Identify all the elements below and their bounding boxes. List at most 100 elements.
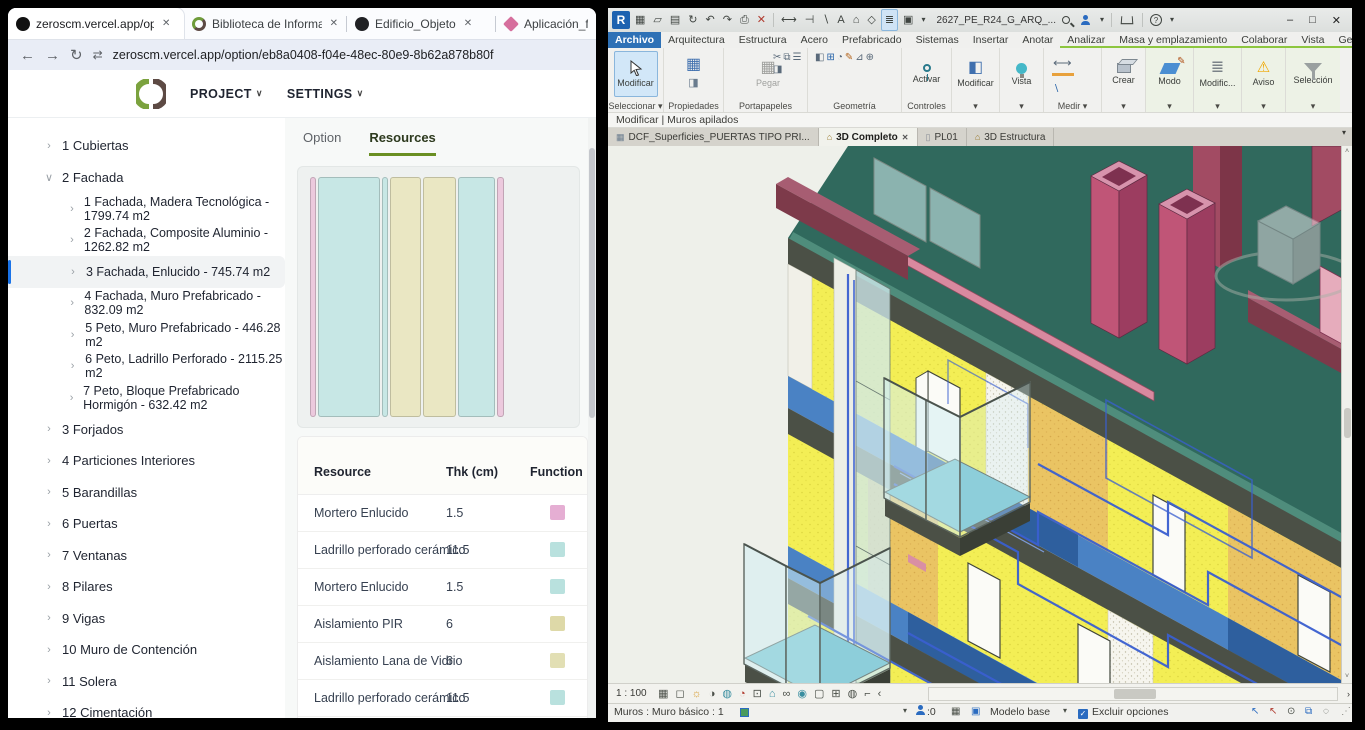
browser-scrollbar[interactable] [588, 118, 596, 718]
horizontal-scrollbar[interactable] [928, 687, 1338, 701]
selection-filter-button[interactable]: Selección [1291, 51, 1335, 97]
cope-icon[interactable]: ⊕ [865, 52, 875, 64]
section-icon[interactable]: ◇ [864, 10, 878, 30]
caret-down-icon[interactable]: ▾ [1167, 10, 1177, 30]
aligned-dimension-icon[interactable]: ⊣ [802, 10, 818, 30]
tab-anotar[interactable]: Anotar [1015, 32, 1060, 48]
sidebar-item-forjados[interactable]: ›3 Forjados [8, 414, 285, 446]
sidebar-item-particiones[interactable]: ›4 Particiones Interiores [8, 445, 285, 477]
table-row[interactable]: Mortero Enlucido 1.5 [298, 495, 587, 532]
close-icon[interactable]: ✕ [330, 18, 338, 29]
panel-label-medir[interactable]: Medir ▾ [1044, 100, 1101, 112]
view-tab-list-icon[interactable]: ▾ [1336, 128, 1352, 146]
sidebar-item-cimentacion[interactable]: ›12 Cimentación [8, 697, 285, 718]
thin-lines-icon[interactable]: ≣ [881, 9, 898, 31]
sidebar-subitem[interactable]: ›6 Peto, Ladrillo Perforado - 2115.25 m2 [8, 351, 285, 383]
table-row[interactable]: Ladrillo perforado cerámico 11.5 [298, 532, 587, 569]
close-doc-icon[interactable]: ✕ [754, 10, 769, 30]
cut-geometry-icon[interactable]: ◧ [814, 52, 825, 64]
save-icon[interactable]: ▤ [667, 10, 683, 30]
tab-insertar[interactable]: Insertar [966, 32, 1016, 48]
paste-special-icon[interactable]: ◨ [772, 64, 783, 76]
panel-caret[interactable]: ▾ [1000, 100, 1043, 112]
worksharing-display-icon[interactable]: ⊞ [828, 687, 844, 700]
sun-path-icon[interactable]: ☼ [688, 688, 705, 700]
activate-controls-button[interactable]: Activar [905, 51, 949, 97]
selection-box-icon[interactable]: ▢ [810, 687, 827, 700]
sidebar-item-muro-contencion[interactable]: ›10 Muro de Contención [8, 634, 285, 666]
revit-3d-view[interactable] [608, 146, 1352, 683]
table-row[interactable]: Aislamiento Lana de Vidrio 6 [298, 643, 587, 680]
sidebar-subitem[interactable]: ›7 Peto, Bloque Prefabricado Hormigón - … [8, 382, 285, 414]
panel-caret[interactable]: ▾ [1146, 100, 1193, 112]
caret-down-icon[interactable]: ▾ [1060, 706, 1070, 715]
default-3d-view-icon[interactable]: ⌂ [850, 10, 863, 30]
scroll-left-icon[interactable]: ‹ [874, 688, 885, 700]
scrollbar-thumb[interactable] [589, 148, 595, 418]
view-tab-pl01[interactable]: ▯ PL01 [918, 128, 967, 146]
store-cart-icon[interactable] [1121, 16, 1134, 24]
panel-label-controles[interactable]: Controles [902, 100, 951, 112]
shadows-icon[interactable]: ◑ [705, 688, 719, 700]
reload-button[interactable]: ↻ [70, 46, 83, 64]
close-icon[interactable]: ✕ [464, 18, 472, 29]
sync-icon[interactable]: ↻ [685, 10, 700, 30]
tab-option[interactable]: Option [303, 130, 341, 156]
nav-project[interactable]: PROJECT ∨ [190, 87, 263, 101]
cut-icon[interactable]: ✂ [772, 52, 782, 64]
maximize-button[interactable]: □ [1302, 14, 1323, 26]
match-type-icon[interactable]: ☰ [792, 52, 803, 64]
modify-wall-layers-button[interactable]: ≣ Modific... [1196, 51, 1240, 97]
vertical-scrollbar[interactable]: ˄ ˅ [1341, 146, 1352, 683]
crop-region-icon[interactable]: ⊡ [749, 687, 765, 700]
sidebar-subitem[interactable]: ›5 Peto, Muro Prefabricado - 446.28 m2 [8, 319, 285, 351]
tab-resources[interactable]: Resources [369, 130, 435, 156]
select-underlay-toggle-icon[interactable]: ↖ [1266, 706, 1280, 717]
panel-caret[interactable]: ▾ [952, 100, 999, 112]
sidebar-subitem[interactable]: ›1 Fachada, Madera Tecnológica - 1799.74… [8, 193, 285, 225]
panel-caret[interactable]: ▾ [1286, 100, 1340, 112]
tab-sistemas[interactable]: Sistemas [909, 32, 966, 48]
nav-settings[interactable]: SETTINGS ∨ [287, 87, 364, 101]
constraints-icon[interactable]: ⌐ [861, 688, 874, 700]
revit-logo[interactable]: R [612, 11, 630, 29]
panel-label-portapapeles[interactable]: Portapapeles [724, 100, 807, 112]
sidebar-subitem[interactable]: ›4 Fachada, Muro Prefabricado - 832.09 m… [8, 288, 285, 320]
open-icon[interactable]: ▱ [650, 10, 664, 30]
detail-line-icon[interactable]: ∖ [819, 10, 832, 30]
undo-icon[interactable]: ↶ [703, 10, 718, 30]
paint-icon[interactable]: ✎ [844, 52, 854, 64]
tab-estructura[interactable]: Estructura [732, 32, 794, 48]
worksets-icon[interactable]: ▦ [948, 706, 963, 717]
browser-tab-active[interactable]: zeroscm.vercel.app/option/eb8 ✕ [8, 8, 184, 39]
view-tab-3d-estructura[interactable]: ⌂ 3D Estructura [967, 128, 1055, 146]
scrollbar-thumb[interactable] [1114, 689, 1156, 699]
redo-icon[interactable]: ↷ [720, 10, 735, 30]
forward-button[interactable]: → [45, 47, 60, 64]
url-bar[interactable]: zeroscm.vercel.app/option/eb8a0408-f04e-… [113, 48, 494, 62]
reveal-hidden-icon[interactable]: ◉ [794, 687, 811, 700]
browser-tab[interactable]: Edificio_Objeto ✕ [347, 8, 495, 39]
editable-only-control[interactable]: :0 [916, 706, 936, 718]
back-button[interactable]: ← [20, 47, 35, 64]
table-row[interactable]: Mortero Enlucido 1.5 [298, 569, 587, 606]
sidebar-subitem-selected[interactable]: ›3 Fachada, Enlucido - 745.74 m2 [8, 256, 285, 288]
detail-level-icon[interactable]: ▦ [655, 687, 672, 700]
close-button[interactable]: ✕ [1325, 14, 1348, 27]
temporary-hide-icon[interactable]: ∞ [779, 688, 794, 700]
modify-button[interactable]: Modificar [614, 51, 658, 97]
create-button[interactable]: Crear [1102, 51, 1146, 97]
displaced-elements-icon[interactable]: ◍ [844, 687, 861, 700]
minimize-button[interactable]: – [1280, 14, 1300, 26]
scroll-down-icon[interactable]: ˅ [1342, 671, 1352, 683]
measure-icon[interactable]: ⟷ [1052, 55, 1073, 70]
demolish-icon[interactable]: ⊿ [854, 52, 864, 64]
caret-down-icon[interactable]: ▾ [1097, 10, 1107, 30]
workset-sync-icon[interactable]: ▣ [968, 706, 983, 717]
properties-board-icon[interactable]: ▦ [632, 10, 648, 30]
select-by-face-toggle-icon[interactable]: ⧉ [1302, 706, 1315, 717]
sidebar-item-puertas[interactable]: ›6 Puertas [8, 508, 285, 540]
warning-button[interactable]: ⚠ Aviso [1242, 51, 1286, 97]
split-face-icon[interactable]: ◔ [836, 52, 844, 64]
table-row[interactable]: Ladrillo perforado cerámico 11.5 [298, 680, 587, 717]
